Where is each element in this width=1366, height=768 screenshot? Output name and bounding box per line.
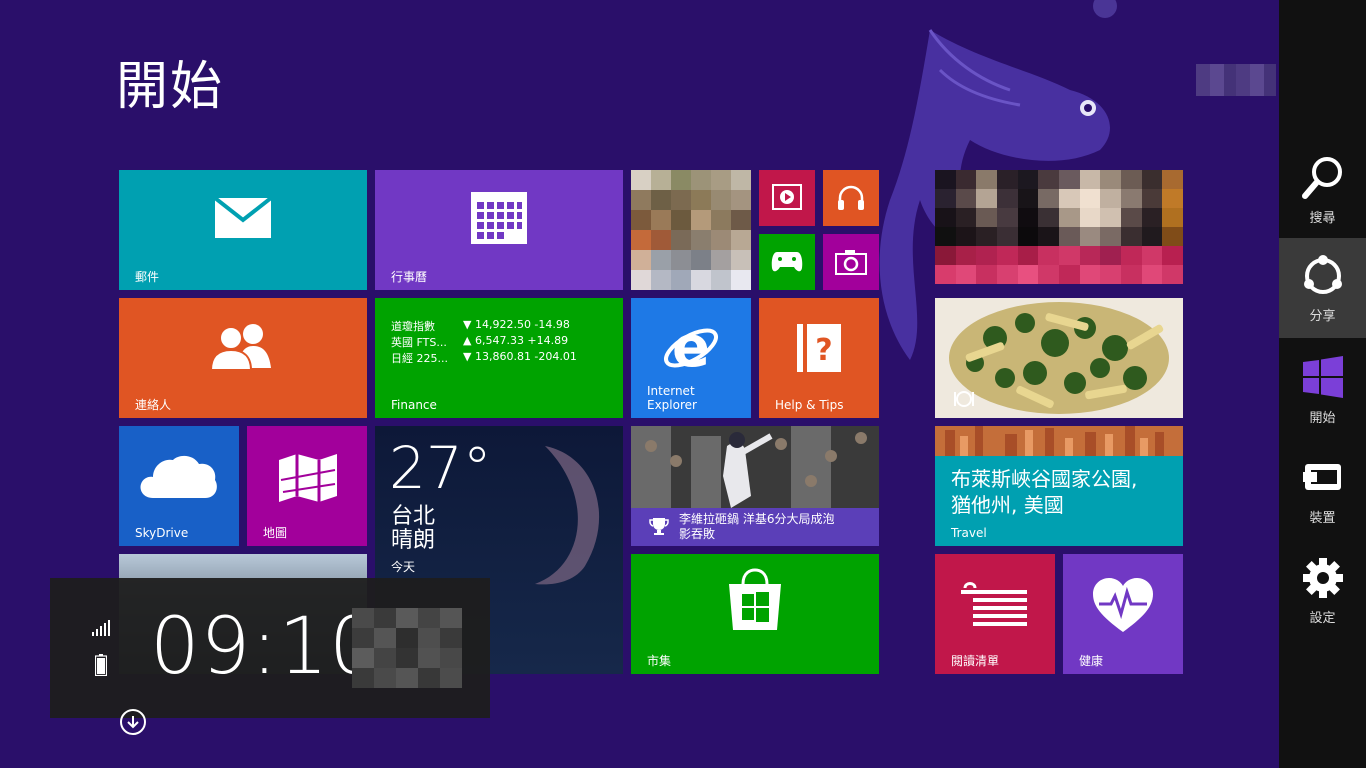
mail-tile[interactable]: 郵件 bbox=[119, 170, 367, 290]
charm-settings-label: 設定 bbox=[1309, 611, 1336, 626]
reading-list-icon bbox=[961, 582, 1027, 626]
charms-bar: 搜尋 分享 開始 裝置 設定 bbox=[1279, 0, 1366, 768]
weather-today-label: 今天 bbox=[391, 560, 416, 574]
mail-label: 郵件 bbox=[135, 270, 160, 284]
health-label: 健康 bbox=[1079, 654, 1104, 668]
clock-date-blurred bbox=[352, 608, 462, 688]
clock-time: 09:10 bbox=[150, 602, 380, 692]
people-icon bbox=[209, 324, 271, 370]
trophy-icon bbox=[649, 518, 669, 535]
music-tile[interactable] bbox=[823, 170, 879, 226]
finance-tile[interactable]: 道瓊指數 ▼ 14,922.50 -14.98 英國 FTS... ▲ 6,54… bbox=[375, 298, 623, 418]
sports-tile[interactable]: 李維拉砸鍋 洋基6分大局成泡 影吞敗 bbox=[631, 426, 879, 546]
headphones-icon bbox=[838, 185, 864, 210]
gear-icon bbox=[1303, 558, 1343, 598]
charm-share-label: 分享 bbox=[1309, 309, 1336, 324]
xbox-controller-icon bbox=[771, 252, 803, 272]
windows-logo-icon bbox=[1303, 356, 1343, 398]
internet-explorer-label: Internet Explorer bbox=[647, 384, 697, 412]
sports-headline: 李維拉砸鍋 洋基6分大局成泡 影吞敗 bbox=[679, 512, 835, 541]
internet-explorer-icon: e bbox=[664, 318, 718, 378]
finance-row: 英國 FTS... bbox=[391, 336, 447, 349]
charm-devices-label: 裝置 bbox=[1309, 511, 1336, 526]
calendar-tile[interactable]: 行事曆 bbox=[375, 170, 623, 290]
video-icon bbox=[772, 184, 802, 210]
finance-row-value: ▲ 6,547.33 +14.89 bbox=[463, 334, 569, 347]
all-apps-down-arrow-button[interactable] bbox=[120, 709, 146, 735]
heart-icon bbox=[1093, 578, 1153, 632]
signal-icon bbox=[92, 620, 110, 636]
charm-share[interactable]: 分享 bbox=[1279, 238, 1366, 338]
camera-tile[interactable] bbox=[823, 234, 879, 290]
travel-label: Travel bbox=[951, 526, 987, 540]
store-bag-icon bbox=[729, 568, 781, 630]
moon-image bbox=[535, 446, 600, 585]
help-tips-label: Help & Tips bbox=[775, 398, 844, 412]
calendar-label: 行事曆 bbox=[391, 270, 428, 284]
finance-row-value: ▼ 13,860.81 -204.01 bbox=[463, 350, 577, 363]
down-arrow-icon bbox=[127, 716, 139, 729]
clock-overlay: 09:10 bbox=[50, 578, 490, 718]
games-tile[interactable] bbox=[759, 234, 815, 290]
cloud-icon bbox=[140, 455, 217, 498]
store-tile[interactable]: 市集 bbox=[631, 554, 879, 674]
charm-search-label: 搜尋 bbox=[1309, 211, 1336, 226]
svg-text:?: ? bbox=[815, 333, 832, 368]
people-tile[interactable]: 連絡人 bbox=[119, 298, 367, 418]
reading-list-label: 閱讀清單 bbox=[951, 654, 1000, 668]
mail-icon bbox=[215, 198, 271, 238]
people-label: 連絡人 bbox=[135, 398, 172, 412]
finance-row: 日經 225... bbox=[391, 352, 448, 365]
weather-temperature: 27° bbox=[389, 434, 492, 502]
health-tile[interactable]: 健康 bbox=[1063, 554, 1183, 674]
sports-photo bbox=[631, 426, 879, 508]
charm-start[interactable]: 開始 bbox=[1279, 340, 1366, 440]
travel-title: 布萊斯峽谷國家公園, 猶他州, 美國 bbox=[951, 467, 1138, 517]
svg-text:e: e bbox=[672, 318, 710, 378]
news-tile[interactable] bbox=[935, 170, 1183, 284]
video-tile[interactable] bbox=[759, 170, 815, 226]
finance-row-value: ▼ 14,922.50 -14.98 bbox=[463, 318, 570, 331]
skydrive-tile[interactable]: SkyDrive bbox=[119, 426, 239, 546]
travel-tile[interactable]: 布萊斯峽谷國家公園, 猶他州, 美國 Travel bbox=[935, 426, 1183, 546]
charm-settings[interactable]: 設定 bbox=[1279, 540, 1366, 640]
weather-condition: 晴朗 bbox=[391, 528, 436, 553]
search-icon bbox=[1302, 157, 1342, 199]
travel-photo bbox=[935, 426, 1183, 456]
map-icon bbox=[279, 454, 337, 502]
user-name-blurred[interactable] bbox=[1196, 64, 1276, 96]
share-icon bbox=[1304, 255, 1342, 294]
camera-icon bbox=[835, 250, 867, 275]
finance-label: Finance bbox=[391, 398, 437, 412]
charm-search[interactable]: 搜尋 bbox=[1279, 140, 1366, 240]
food-tile[interactable] bbox=[935, 298, 1183, 418]
skydrive-label: SkyDrive bbox=[135, 526, 189, 540]
maps-tile[interactable]: 地圖 bbox=[247, 426, 367, 546]
photos-tile[interactable] bbox=[631, 170, 751, 290]
charm-devices[interactable]: 裝置 bbox=[1279, 440, 1366, 540]
devices-icon bbox=[1303, 464, 1341, 490]
help-tips-tile[interactable]: ? Help & Tips bbox=[759, 298, 879, 418]
charm-start-label: 開始 bbox=[1309, 411, 1336, 426]
help-book-icon: ? bbox=[797, 324, 841, 372]
battery-icon bbox=[95, 654, 107, 676]
reading-list-tile[interactable]: 閱讀清單 bbox=[935, 554, 1055, 674]
maps-label: 地圖 bbox=[263, 526, 288, 540]
store-label: 市集 bbox=[647, 654, 672, 668]
food-drink-icon bbox=[954, 391, 974, 407]
finance-row: 道瓊指數 bbox=[391, 320, 435, 333]
calendar-icon bbox=[471, 192, 527, 244]
internet-explorer-tile[interactable]: e Internet Explorer bbox=[631, 298, 751, 418]
page-title: 開始 bbox=[116, 57, 225, 117]
